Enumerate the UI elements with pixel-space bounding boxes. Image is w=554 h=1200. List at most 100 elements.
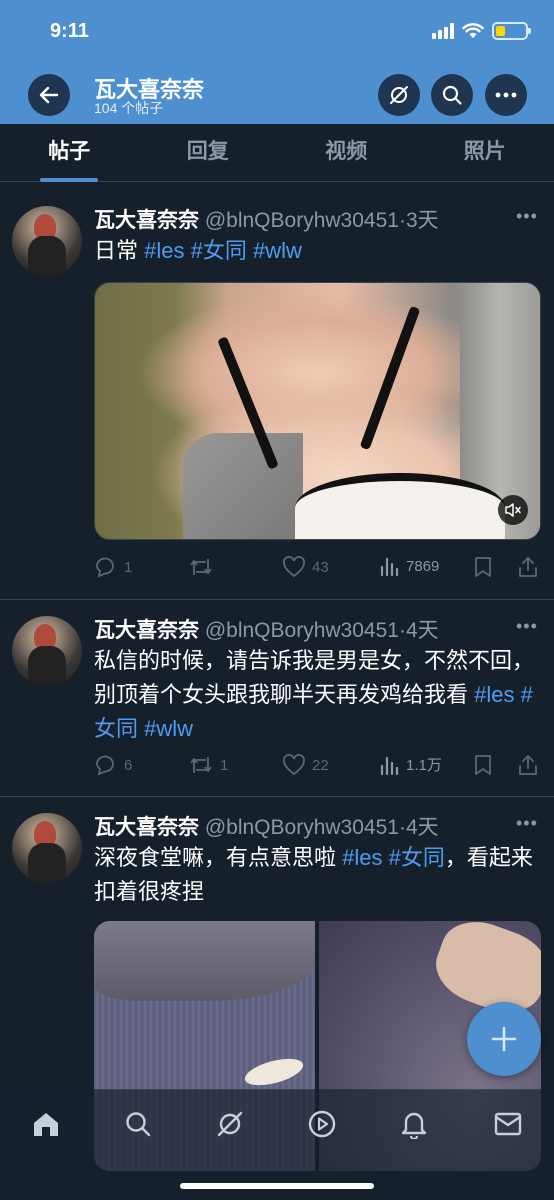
search-icon [126,1112,151,1137]
post-time: ·4天 [398,619,439,642]
more-button[interactable] [485,74,527,116]
view-count: 1.1万 [406,757,442,774]
share-button[interactable] [518,556,538,578]
post-header: 瓦大喜奈奈 @blnQBoryhw30451·3天 [94,204,439,234]
author-name[interactable]: 瓦大喜奈奈 [94,619,199,642]
post-text-body: 私信的时候，请告诉我是男是女，不然不回，别顶着个女头跟我聊半天再发鸡给我看 [94,648,535,707]
reply-count: 1 [124,558,133,576]
profile-tabs: 帖子 回复 视频 照片 [0,124,554,182]
search-icon [442,85,462,105]
like-button[interactable]: 22 [282,754,329,776]
bookmark-icon [475,557,491,577]
nav-search[interactable] [118,1106,158,1142]
author-name[interactable]: 瓦大喜奈奈 [94,209,199,232]
retweet-icon [190,559,212,575]
view-count: 7869 [406,557,440,575]
tab-photos[interactable]: 照片 [416,124,554,181]
post-text: 深夜食堂嘛，有点意思啦 #les #女同，看起来扣着很疼捏 [94,841,540,909]
author-name[interactable]: 瓦大喜奈奈 [94,816,199,839]
like-count: 43 [312,558,329,576]
reply-button[interactable]: 1 [94,556,132,578]
post-header: 瓦大喜奈奈 @blnQBoryhw30451·4天 [94,614,439,644]
like-count: 22 [312,756,329,774]
post-text-body: 日常 [94,238,145,263]
views-button[interactable]: 1.1万 [380,754,442,775]
retweet-count: 1 [220,756,229,774]
status-bar: 9:11 [0,0,554,64]
home-indicator [180,1183,374,1189]
author-handle[interactable]: @blnQBoryhw30451 [205,209,399,232]
status-icons [432,22,531,40]
avatar[interactable] [12,616,82,686]
post-more-icon[interactable]: ••• [516,616,538,637]
home-icon [34,1113,58,1136]
like-button[interactable]: 43 [282,556,329,578]
mute-button[interactable] [498,495,528,525]
reply-button[interactable]: 6 [94,754,132,776]
nav-spaces[interactable] [302,1106,342,1142]
hashtag[interactable]: #女同 [191,238,247,263]
reply-count: 6 [124,756,133,774]
hashtag[interactable]: #les [144,238,184,263]
hashtag[interactable]: #les [342,845,382,870]
search-button[interactable] [431,74,473,116]
post-actions: 6 1 22 1.1万 [94,754,540,782]
retweet-button[interactable] [188,556,220,578]
author-handle[interactable]: @blnQBoryhw30451 [205,816,399,839]
back-button[interactable] [28,74,70,116]
more-icon [495,92,517,98]
share-button[interactable] [518,754,538,776]
bookmark-button[interactable] [474,556,492,578]
post-more-icon[interactable]: ••• [516,813,538,834]
reply-icon [96,755,114,776]
retweet-button[interactable]: 1 [188,754,228,776]
compose-button[interactable] [467,1002,541,1076]
notifications-icon [401,1112,427,1139]
topics-icon [217,1111,243,1137]
speaker-muted-icon [505,503,521,517]
post-text-body: 深夜食堂嘛，有点意思啦 [94,845,343,870]
nav-topics[interactable] [210,1106,250,1142]
post-actions: 1 43 7869 [94,556,540,584]
bookmark-icon [475,755,491,775]
retweet-icon [190,757,212,773]
post-video[interactable] [94,282,541,540]
views-button[interactable]: 7869 [380,556,439,576]
avatar[interactable] [12,813,82,883]
share-icon [519,755,537,775]
nav-messages[interactable] [488,1106,528,1142]
tab-videos[interactable]: 视频 [277,124,416,181]
battery-icon [492,22,531,40]
bookmark-button[interactable] [474,754,492,776]
spaces-icon [308,1110,336,1138]
views-icon [380,557,399,576]
heart-icon [283,556,305,578]
nav-home[interactable] [26,1106,66,1142]
avatar[interactable] [12,206,82,276]
hashtag[interactable]: #wlw [144,716,193,741]
nav-bar: 瓦大喜奈奈 104 个帖子 [0,64,554,124]
tab-posts[interactable]: 帖子 [0,124,139,182]
author-handle[interactable]: @blnQBoryhw30451 [205,619,399,642]
reply-icon [96,557,114,578]
back-arrow-icon [39,86,59,104]
hashtag[interactable]: #les [474,682,514,707]
hashtag[interactable]: #wlw [253,238,302,263]
post-more-icon[interactable]: ••• [516,206,538,227]
status-time: 9:11 [50,20,89,42]
post-text: 私信的时候，请告诉我是男是女，不然不回，别顶着个女头跟我聊半天再发鸡给我看 #l… [94,644,540,746]
wifi-icon [462,23,484,38]
cellular-signal-icon [432,23,454,39]
topics-button[interactable] [378,74,420,116]
views-icon [380,756,399,775]
heart-icon [283,754,305,776]
topics-icon [390,86,408,104]
share-icon [519,557,537,577]
post[interactable]: 瓦大喜奈奈 @blnQBoryhw30451·4天 ••• 私信的时候，请告诉我… [0,600,554,797]
post-time: ·3天 [398,209,439,232]
nav-notifications[interactable] [394,1106,434,1142]
hashtag[interactable]: #女同 [389,845,445,870]
tab-replies[interactable]: 回复 [139,124,278,181]
post-count: 104 个帖子 [94,100,164,116]
messages-icon [494,1112,522,1136]
